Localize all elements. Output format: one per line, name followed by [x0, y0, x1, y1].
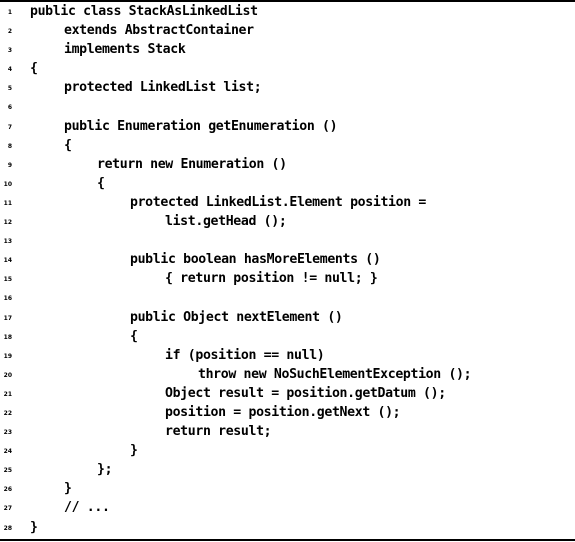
- code-line: 27 // ...: [0, 498, 575, 517]
- line-number: 1: [7, 9, 12, 16]
- code-line: 4{: [0, 59, 575, 78]
- line-number: 12: [3, 219, 12, 227]
- code-text: Object result = position.getDatum ();: [165, 385, 446, 401]
- code-line: 3 implements Stack: [0, 40, 575, 59]
- code-line: 12 list.getHead ();: [0, 212, 575, 231]
- code-line: 22 position = position.getNext ();: [0, 403, 575, 422]
- code-text: {: [64, 137, 72, 153]
- line-number: 16: [3, 295, 12, 303]
- code-line: 20 throw new NoSuchElementException ();: [0, 365, 575, 384]
- code-line: 16: [0, 288, 575, 307]
- code-text: { return position != null; }: [165, 271, 378, 287]
- code-line: 5 protected LinkedList list;: [0, 78, 575, 97]
- line-number: 4: [7, 66, 12, 74]
- code-text: }: [130, 443, 138, 459]
- code-line: 13: [0, 231, 575, 250]
- code-text: extends AbstractContainer: [64, 23, 254, 39]
- line-number: 5: [7, 85, 12, 93]
- line-number: 2: [7, 28, 12, 36]
- code-text: public Enumeration getEnumeration (): [64, 118, 338, 134]
- code-line: 15 { return position != null; }: [0, 269, 575, 288]
- code-line: 1 public class StackAsLinkedList: [0, 2, 575, 21]
- line-number: 11: [3, 199, 12, 207]
- line-number: 7: [7, 123, 12, 131]
- code-listing-frame: 1 public class StackAsLinkedList 2 extends …: [0, 0, 575, 542]
- code-text: throw new NoSuchElementException ();: [198, 366, 472, 382]
- line-number: 20: [3, 371, 12, 379]
- line-number: 6: [7, 104, 12, 112]
- code-text: public class StackAsLinkedList: [30, 4, 258, 19]
- line-number: 26: [3, 486, 12, 494]
- code-text: };: [97, 462, 113, 478]
- line-number: 10: [3, 180, 12, 188]
- code-text: // ...: [64, 500, 110, 516]
- code-text: list.getHead ();: [165, 214, 287, 230]
- code-line: 24}: [0, 441, 575, 460]
- line-number: 28: [3, 524, 12, 532]
- code-text: }: [30, 519, 38, 535]
- line-number: 9: [7, 161, 12, 169]
- line-number: 19: [3, 352, 12, 360]
- code-text: {: [130, 328, 138, 344]
- code-line: 26}: [0, 479, 575, 498]
- code-text: return result;: [165, 424, 272, 440]
- code-line: 10 {: [0, 174, 575, 193]
- code-listing: 1 public class StackAsLinkedList 2 extends …: [0, 2, 575, 537]
- code-line: 2 extends AbstractContainer: [0, 21, 575, 40]
- code-text: public boolean hasMoreElements (): [130, 252, 381, 268]
- code-line: 6: [0, 97, 575, 116]
- line-number: 14: [3, 257, 12, 265]
- code-line: 7 public Enumeration getEnumeration (): [0, 117, 575, 136]
- code-line: 11 protected LinkedList.Element position …: [0, 193, 575, 212]
- line-number: 24: [3, 448, 12, 456]
- code-text: return new Enumeration (): [97, 156, 287, 172]
- line-number: 13: [3, 238, 12, 246]
- code-line: 18 {: [0, 327, 575, 346]
- line-number: 3: [7, 47, 12, 55]
- code-text: protected LinkedList.Element position =: [130, 194, 426, 210]
- line-number: 18: [3, 333, 12, 341]
- code-text: position = position.getNext ();: [165, 404, 401, 420]
- line-number: 25: [3, 467, 12, 475]
- line-number: 27: [3, 505, 12, 513]
- code-line: 19 if (position == null): [0, 346, 575, 365]
- line-number: 22: [3, 409, 12, 417]
- line-number: 17: [3, 314, 12, 322]
- line-number: 23: [3, 429, 12, 437]
- code-line: 14 public boolean hasMoreElements (): [0, 250, 575, 269]
- code-line: 21 Object result = position.getDatum ();: [0, 384, 575, 403]
- code-text: }: [64, 481, 72, 497]
- code-line: 25};: [0, 460, 575, 479]
- line-number: 15: [3, 276, 12, 284]
- line-number: 21: [3, 390, 12, 398]
- line-number: 8: [7, 142, 12, 150]
- code-text: implements Stack: [64, 42, 186, 58]
- code-text: if (position == null): [165, 347, 325, 363]
- code-text: public Object nextElement (): [130, 309, 343, 325]
- code-line: 17 public Object nextElement (): [0, 308, 575, 327]
- code-text: {: [97, 175, 105, 191]
- bottom-rule: [0, 539, 575, 541]
- code-line: 28}: [0, 518, 575, 537]
- code-text: {: [30, 61, 38, 77]
- code-line: 8{: [0, 136, 575, 155]
- code-line: 23 return result;: [0, 422, 575, 441]
- code-line: 9 return new Enumeration (): [0, 155, 575, 174]
- code-text: protected LinkedList list;: [64, 80, 262, 96]
